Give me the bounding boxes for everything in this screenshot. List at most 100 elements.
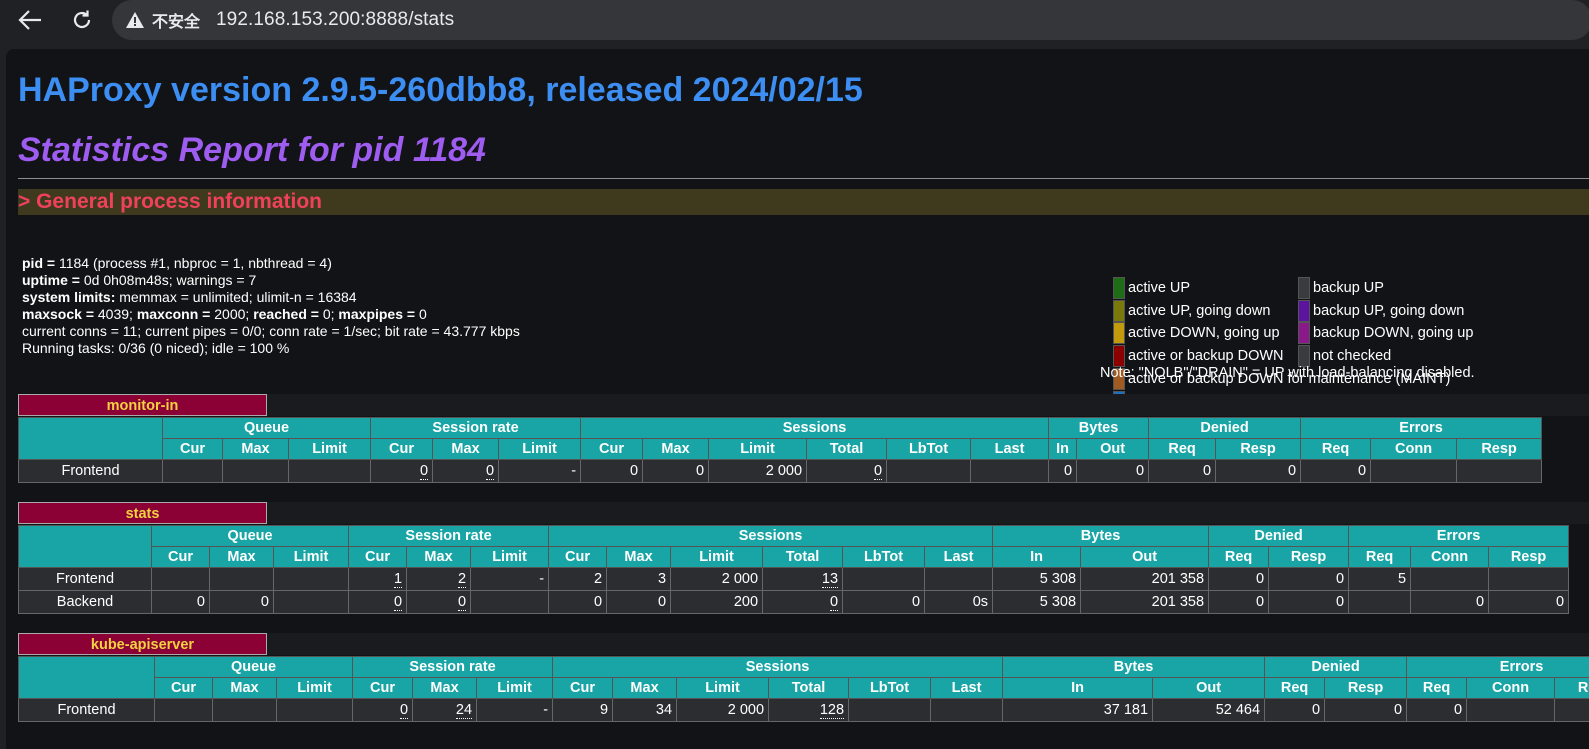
stats-page: HAProxy version 2.9.5-260dbb8, released … (6, 49, 1589, 749)
tooltip-value[interactable]: 1 (394, 571, 402, 588)
group-header: Sessions (581, 418, 1049, 439)
column-header: LbTot (887, 439, 971, 460)
warning-icon[interactable] (126, 11, 144, 29)
header-corner (19, 526, 152, 568)
column-header: Req (1349, 547, 1411, 568)
legend-label: backup UP (1313, 280, 1384, 296)
legend-item: backup UP (1298, 277, 1384, 299)
row-label: Frontend (19, 699, 155, 722)
group-header: Denied (1265, 657, 1407, 678)
table-cell (274, 591, 349, 614)
legend-item: active UP (1113, 277, 1190, 299)
table-cell (163, 460, 223, 483)
tooltip-value[interactable]: 128 (820, 702, 844, 719)
tooltip-value[interactable]: 2 (458, 571, 466, 588)
column-header: Max (613, 678, 677, 699)
column-header: Limit (477, 678, 553, 699)
pid-label: pid = (22, 255, 59, 271)
header-corner (19, 657, 155, 699)
table-cell (1349, 591, 1411, 614)
table-row: Backend000000200000s5 308201 3580000 (19, 591, 1589, 614)
table-cell: 0 (549, 591, 607, 614)
tooltip-value[interactable]: 0 (400, 702, 408, 719)
column-header: Cur (349, 547, 407, 568)
proxy-stats-table: QueueSession rateSessionsBytesDeniedErro… (18, 525, 1589, 614)
table-cell: 0 (1325, 699, 1407, 722)
table-cell (277, 699, 353, 722)
tooltip-value[interactable]: 0 (874, 463, 882, 480)
column-header: Total (807, 439, 887, 460)
table-cell (1411, 568, 1489, 591)
table-row: Frontend00-002 000000000 (19, 460, 1589, 483)
table-cell: 0 (1209, 568, 1269, 591)
proxy-header-bar (267, 502, 1589, 524)
table-cell: 0 (1049, 460, 1077, 483)
url-text[interactable]: 192.168.153.200:8888/stats (216, 9, 454, 31)
tooltip-value[interactable]: 13 (822, 571, 838, 588)
table-cell: 0 (1265, 699, 1325, 722)
column-header: Resp (1489, 547, 1569, 568)
table-cell: 0 (152, 591, 210, 614)
proxy-stats-table: QueueSession rateSessionsBytesDeniedErro… (18, 656, 1589, 722)
tooltip-value[interactable]: 0 (420, 463, 428, 480)
column-header: Max (213, 678, 277, 699)
tooltip-value[interactable]: 24 (456, 702, 472, 719)
tooltip-value[interactable]: 0 (394, 594, 402, 611)
browser-toolbar: 不安全 192.168.153.200:8888/stats (0, 0, 1589, 40)
address-bar[interactable]: 不安全 192.168.153.200:8888/stats (112, 0, 1589, 40)
group-header: Errors (1349, 526, 1569, 547)
table-cell (210, 568, 274, 591)
legend-item: backup UP, going down (1298, 300, 1464, 322)
column-header: Total (769, 678, 849, 699)
group-header: Session rate (371, 418, 581, 439)
row-label: Frontend (19, 460, 163, 483)
column-header: Out (1077, 439, 1149, 460)
column-header: In (1003, 678, 1153, 699)
group-header: Session rate (349, 526, 549, 547)
table-cell: 0 (1489, 591, 1569, 614)
maxsock-line: maxsock = 4039; maxconn = 2000; reached … (22, 306, 520, 323)
pid-value: 1184 (process #1, nbproc = 1, nbthread =… (59, 255, 332, 271)
column-header: Cur (371, 439, 433, 460)
table-cell (223, 460, 289, 483)
table-cell: 0 (349, 591, 407, 614)
security-label[interactable]: 不安全 (152, 8, 200, 32)
column-header: Cur (353, 678, 413, 699)
table-cell: 0 (433, 460, 499, 483)
current-line: current conns = 11; current pipes = 0/0;… (22, 323, 520, 340)
table-cell: 128 (769, 699, 849, 722)
group-header: Session rate (353, 657, 553, 678)
proxy-name[interactable]: monitor-in (18, 394, 267, 416)
reload-icon[interactable] (66, 4, 98, 36)
column-header: Resp (1457, 439, 1542, 460)
table-cell: 24 (413, 699, 477, 722)
group-header: Queue (155, 657, 353, 678)
back-arrow-icon[interactable] (14, 4, 46, 36)
proxy-name[interactable]: kube-apiserver (18, 633, 267, 655)
reached-value: 0; (323, 306, 339, 322)
table-cell: 37 181 (1003, 699, 1153, 722)
table-cell: 0 (1411, 591, 1489, 614)
header-corner (19, 418, 163, 460)
tooltip-value[interactable]: 0 (830, 594, 838, 611)
column-header: Max (607, 547, 671, 568)
tooltip-value[interactable]: 0 (486, 463, 494, 480)
process-info: pid = 1184 (process #1, nbproc = 1, nbth… (22, 255, 520, 357)
table-cell: 0 (1407, 699, 1467, 722)
column-header: Resp (1325, 678, 1407, 699)
table-cell: 0 (581, 460, 643, 483)
table-cell: 0 (643, 460, 709, 483)
group-header: Bytes (1003, 657, 1265, 678)
proxy-name[interactable]: stats (18, 502, 267, 524)
column-header: Req (1265, 678, 1325, 699)
legend-swatch (1298, 322, 1310, 344)
legend-item: not checked (1298, 345, 1391, 367)
table-cell (289, 460, 371, 483)
column-header: Cur (152, 547, 210, 568)
table-cell: 0 (1077, 460, 1149, 483)
column-header: In (993, 547, 1081, 568)
column-header: Last (925, 547, 993, 568)
uptime-line: uptime = 0d 0h08m48s; warnings = 7 (22, 272, 520, 289)
legend-item: active or backup DOWN (1113, 345, 1284, 367)
tooltip-value[interactable]: 0 (458, 594, 466, 611)
